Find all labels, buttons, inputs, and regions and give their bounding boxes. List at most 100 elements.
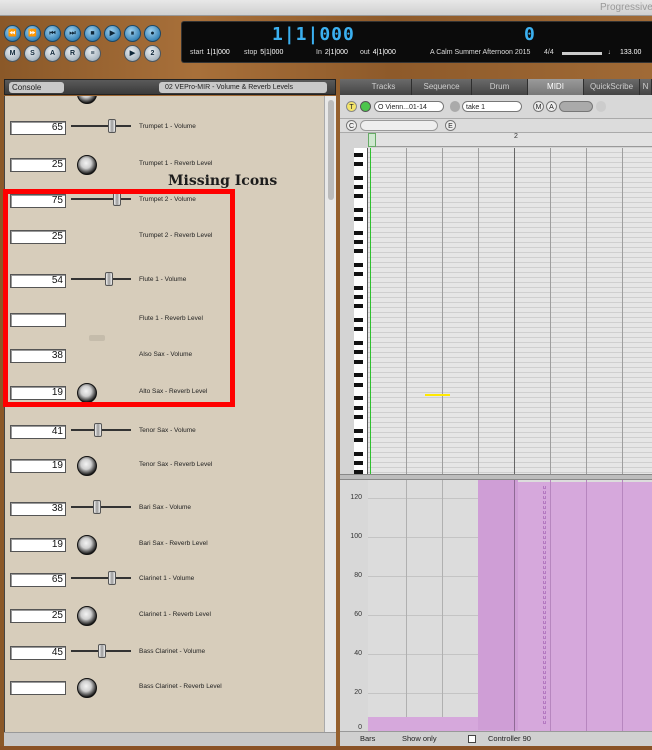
- fader-cap[interactable]: [98, 644, 106, 658]
- console-scrollbar[interactable]: [324, 96, 336, 732]
- faded-fader-icon[interactable]: [89, 335, 105, 341]
- reverb-knob[interactable]: [77, 678, 97, 698]
- black-key[interactable]: [354, 230, 363, 235]
- tab-drum[interactable]: Drum: [472, 79, 528, 95]
- loop-button[interactable]: ≡: [84, 45, 101, 62]
- fader-cap[interactable]: [105, 272, 113, 286]
- black-key[interactable]: [354, 382, 363, 387]
- value-field[interactable]: 45: [10, 646, 66, 660]
- black-key[interactable]: [354, 405, 363, 410]
- volume-fader[interactable]: [71, 272, 131, 286]
- black-key[interactable]: [354, 161, 363, 166]
- count-in-button[interactable]: 2: [144, 45, 161, 62]
- value-field[interactable]: 25: [10, 609, 66, 623]
- playback-mode-button[interactable]: ▶: [124, 45, 141, 62]
- tab-more[interactable]: N: [640, 79, 652, 95]
- black-key[interactable]: [354, 272, 363, 277]
- black-key[interactable]: [354, 373, 363, 378]
- black-key[interactable]: [354, 207, 363, 212]
- tempo-display[interactable]: ♩ 133.00: [608, 49, 641, 56]
- black-key[interactable]: [354, 286, 363, 290]
- value-field[interactable]: 75: [10, 194, 66, 208]
- black-key[interactable]: [354, 350, 363, 355]
- value-field[interactable]: 19: [10, 386, 66, 400]
- piano-keyboard[interactable]: [354, 148, 368, 474]
- black-key[interactable]: [354, 263, 363, 267]
- black-key[interactable]: [354, 396, 363, 401]
- console-menu[interactable]: Console: [9, 82, 64, 93]
- black-key[interactable]: [354, 175, 363, 180]
- midi-note[interactable]: [425, 394, 450, 396]
- volume-fader[interactable]: [71, 192, 131, 206]
- value-field[interactable]: 19: [10, 538, 66, 552]
- black-key[interactable]: [354, 327, 363, 332]
- fader-cap[interactable]: [108, 119, 116, 133]
- volume-fader[interactable]: [71, 571, 131, 585]
- value-field[interactable]: 65: [10, 573, 66, 587]
- value-field[interactable]: 38: [10, 502, 66, 516]
- black-key[interactable]: [354, 359, 363, 364]
- volume-fader[interactable]: [71, 500, 131, 514]
- fader-cap[interactable]: [93, 500, 101, 514]
- reverb-knob[interactable]: [77, 535, 97, 555]
- value-field[interactable]: 25: [10, 230, 66, 244]
- fader-cap[interactable]: [94, 423, 102, 437]
- controller-select[interactable]: Controller 90: [488, 734, 531, 743]
- timeline-ruler[interactable]: 2: [368, 133, 652, 147]
- black-key[interactable]: [354, 249, 363, 254]
- record-button[interactable]: ●: [144, 25, 161, 42]
- black-key[interactable]: [354, 460, 363, 465]
- scrollbar-thumb[interactable]: [328, 100, 334, 200]
- bars-menu[interactable]: Bars: [360, 734, 375, 743]
- partial-knob[interactable]: [77, 96, 97, 104]
- metronome-button[interactable]: M: [4, 45, 21, 62]
- value-field[interactable]: 19: [10, 459, 66, 473]
- level-field[interactable]: [559, 101, 593, 112]
- value-field[interactable]: 54: [10, 274, 66, 288]
- tab-sequence[interactable]: Sequence: [412, 79, 472, 95]
- secondary-counter[interactable]: 0: [524, 24, 535, 45]
- console-preset-menu[interactable]: 02 VEPro-MIR - Volume & Reverb Levels: [159, 82, 327, 93]
- tab-tracks[interactable]: Tracks: [356, 79, 412, 95]
- play-enable-icon[interactable]: [360, 101, 371, 112]
- play-button[interactable]: ▶: [104, 25, 121, 42]
- in-field[interactable]: In 2|1|000: [316, 49, 348, 56]
- tab-quickscribe[interactable]: QuickScribe: [584, 79, 640, 95]
- go-to-start-button[interactable]: ⏮: [44, 25, 61, 42]
- main-counter[interactable]: 1|1|000: [272, 24, 355, 45]
- black-key[interactable]: [354, 318, 363, 323]
- value-field[interactable]: [10, 681, 66, 695]
- pause-button[interactable]: ⏸: [124, 25, 141, 42]
- playhead-marker[interactable]: [368, 133, 376, 147]
- reverb-knob[interactable]: [77, 155, 97, 175]
- value-field[interactable]: [10, 313, 66, 327]
- show-only-checkbox[interactable]: [468, 735, 476, 743]
- black-key[interactable]: [354, 194, 363, 198]
- tab-midi[interactable]: MIDI: [528, 79, 584, 95]
- solo-toggle[interactable]: A: [546, 101, 557, 112]
- controller-lane[interactable]: uuuuuuuuuuuuuuuuuuuuuuuuuuuuuuuuuuuuuuuu…: [368, 480, 652, 731]
- black-key[interactable]: [354, 304, 363, 309]
- value-field[interactable]: 41: [10, 425, 66, 439]
- song-title[interactable]: A Calm Summer Afternoon 2015: [430, 49, 530, 56]
- meter-display[interactable]: 4/4: [544, 49, 554, 56]
- track-enable-icon[interactable]: T: [346, 101, 357, 112]
- fast-forward-button[interactable]: ⏩: [24, 25, 41, 42]
- black-key[interactable]: [354, 217, 363, 221]
- black-key[interactable]: [354, 184, 363, 189]
- piano-roll-grid[interactable]: [368, 148, 652, 474]
- region-field[interactable]: [360, 120, 438, 131]
- value-field[interactable]: 25: [10, 158, 66, 172]
- reverb-knob[interactable]: [77, 606, 97, 626]
- auto-button[interactable]: A: [44, 45, 61, 62]
- stop-field[interactable]: stop 5|1|000: [244, 49, 283, 56]
- stepper-icon[interactable]: [596, 101, 606, 112]
- fader-cap[interactable]: [108, 571, 116, 585]
- value-field[interactable]: 38: [10, 349, 66, 363]
- reverb-knob[interactable]: [77, 456, 97, 476]
- solo-button[interactable]: S: [24, 45, 41, 62]
- black-key[interactable]: [354, 240, 363, 244]
- reverb-knob[interactable]: [77, 383, 97, 403]
- out-field[interactable]: out 4|1|000: [360, 49, 396, 56]
- start-field[interactable]: start 1|1|000: [190, 49, 230, 56]
